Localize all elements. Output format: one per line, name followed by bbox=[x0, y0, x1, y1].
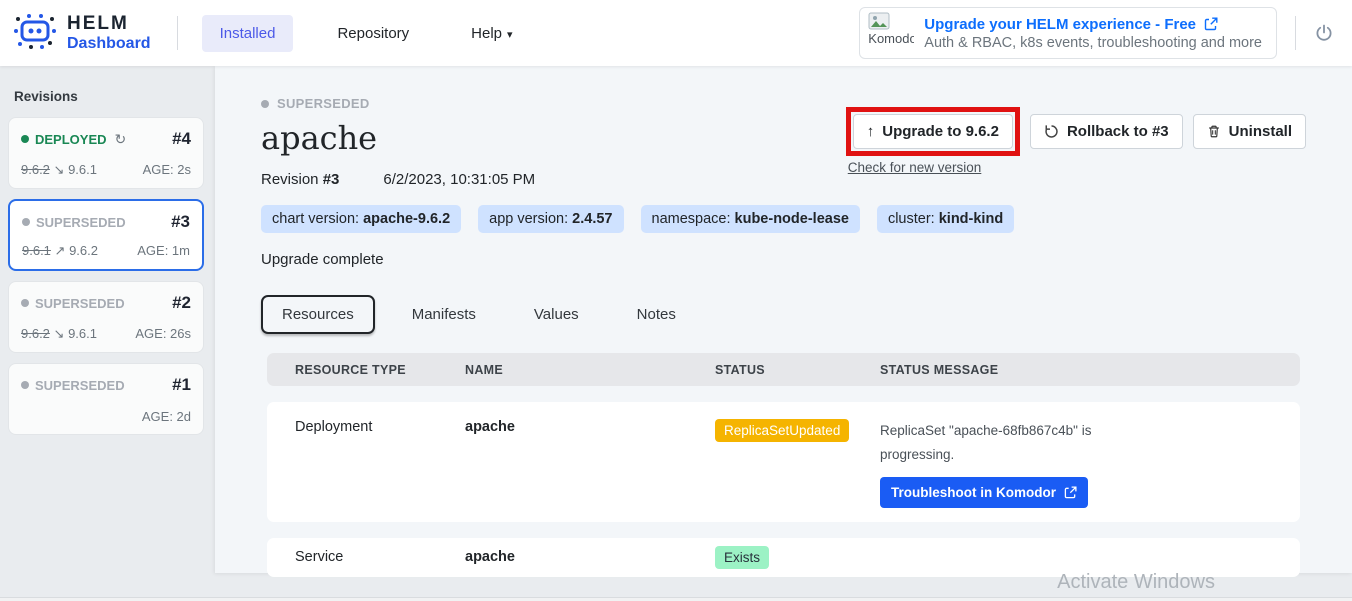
nav-repository[interactable]: Repository bbox=[319, 15, 427, 52]
header-divider-right bbox=[1295, 16, 1296, 50]
revision-age: AGE: 2s bbox=[143, 162, 191, 178]
resources-table: RESOURCE TYPE NAME STATUS STATUS MESSAGE… bbox=[267, 353, 1300, 577]
col-resource-type: RESOURCE TYPE bbox=[295, 363, 465, 377]
revision-status: SUPERSEDED bbox=[21, 296, 125, 311]
upgrade-button[interactable]: ↑ Upgrade to 9.6.2 bbox=[853, 114, 1013, 149]
status-badge: Exists bbox=[715, 546, 769, 569]
rollback-icon bbox=[1044, 124, 1059, 139]
status-message-cell: ReplicaSet "apache-68fb867c4b" is progre… bbox=[880, 419, 1284, 508]
chevron-down-icon: ▾ bbox=[507, 29, 513, 41]
check-new-version-link[interactable]: Check for new version bbox=[848, 160, 1020, 175]
revision-versions: 9.6.2 ↘ 9.6.1 bbox=[21, 326, 97, 342]
revision-card-3[interactable]: SUPERSEDED #3 9.6.1 ↗ 9.6.2 AGE: 1m bbox=[8, 199, 204, 271]
release-actions: ↑ Upgrade to 9.6.2 Check for new version… bbox=[846, 107, 1306, 175]
nav-help[interactable]: Help▾ bbox=[453, 15, 530, 52]
app-version-badge: app version: 2.4.57 bbox=[478, 205, 623, 233]
komodor-broken-image: Komodor bbox=[868, 12, 914, 54]
revision-age: AGE: 26s bbox=[135, 326, 191, 342]
revision-number: #3 bbox=[171, 212, 190, 232]
external-link-icon bbox=[1204, 17, 1218, 31]
troubleshoot-komodor-button[interactable]: Troubleshoot in Komodor bbox=[880, 477, 1088, 508]
rollback-button[interactable]: Rollback to #3 bbox=[1030, 114, 1183, 149]
tab-resources[interactable]: Resources bbox=[261, 295, 375, 334]
status-badge: ReplicaSetUpdated bbox=[715, 419, 849, 442]
revision-status: SUPERSEDED bbox=[22, 215, 126, 230]
downgrade-arrow-icon: ↘ bbox=[54, 326, 65, 341]
col-status-message: STATUS MESSAGE bbox=[880, 363, 1300, 377]
revision-age: AGE: 2d bbox=[142, 409, 191, 424]
reload-icon: ↻ bbox=[115, 131, 127, 148]
komodor-promo-banner[interactable]: Komodor Upgrade your HELM experience - F… bbox=[859, 7, 1277, 59]
resource-name-cell: apache bbox=[465, 419, 715, 435]
revision-status: DEPLOYED ↻ bbox=[21, 131, 126, 148]
banner-subtitle: Auth & RBAC, k8s events, troubleshooting… bbox=[924, 35, 1262, 51]
revision-number: #4 bbox=[172, 129, 191, 149]
status-dot bbox=[21, 299, 29, 307]
trash-icon bbox=[1207, 124, 1221, 139]
revision-card-2[interactable]: SUPERSEDED #2 9.6.2 ↘ 9.6.1 AGE: 26s bbox=[8, 281, 204, 353]
upgrade-arrow-icon: ↗ bbox=[55, 243, 66, 258]
helm-logo-icon bbox=[12, 10, 58, 57]
revision-number: #2 bbox=[172, 293, 191, 313]
revision-versions: 9.6.2 ↘ 9.6.1 bbox=[21, 162, 97, 178]
annotation-highlight-box: ↑ Upgrade to 9.6.2 bbox=[846, 107, 1020, 156]
nav-installed[interactable]: Installed bbox=[202, 15, 294, 52]
status-dot bbox=[21, 381, 29, 389]
col-status: STATUS bbox=[715, 363, 880, 377]
revisions-title: Revisions bbox=[14, 89, 215, 104]
detail-tabs: Resources Manifests Values Notes bbox=[261, 295, 1304, 334]
revision-age: AGE: 1m bbox=[137, 243, 190, 259]
resource-type-cell: Deployment bbox=[295, 419, 465, 435]
up-arrow-icon: ↑ bbox=[867, 123, 875, 140]
namespace-badge: namespace: kube-node-lease bbox=[641, 205, 860, 233]
header-divider bbox=[177, 16, 178, 50]
helm-dashboard-logo[interactable]: HELM Dashboard bbox=[0, 10, 151, 57]
uninstall-button[interactable]: Uninstall bbox=[1193, 114, 1306, 149]
cluster-badge: cluster: kind-kind bbox=[877, 205, 1014, 233]
tab-values[interactable]: Values bbox=[513, 295, 600, 334]
logo-subtitle: Dashboard bbox=[67, 35, 151, 53]
bottom-strip bbox=[0, 597, 1352, 601]
tab-notes[interactable]: Notes bbox=[616, 295, 697, 334]
revision-number: #1 bbox=[172, 375, 191, 395]
table-header-row: RESOURCE TYPE NAME STATUS STATUS MESSAGE bbox=[267, 353, 1300, 386]
release-updated-datetime: 6/2/2023, 10:31:05 PM bbox=[383, 171, 535, 188]
revision-card-1[interactable]: SUPERSEDED #1 AGE: 2d bbox=[8, 363, 204, 435]
main-nav: Installed Repository Help▾ bbox=[202, 15, 531, 52]
komodor-image-alt: Komodor bbox=[868, 31, 914, 46]
status-dot bbox=[261, 100, 269, 108]
resource-name-cell: apache bbox=[465, 549, 715, 565]
table-row-deployment: Deployment apache ReplicaSetUpdated Repl… bbox=[267, 402, 1300, 522]
revision-status: SUPERSEDED bbox=[21, 378, 125, 393]
revision-card-4[interactable]: DEPLOYED ↻ #4 9.6.2 ↘ 9.6.1 AGE: 2s bbox=[8, 117, 204, 189]
release-description: Upgrade complete bbox=[261, 251, 1304, 268]
revisions-sidebar: Revisions DEPLOYED ↻ #4 9.6.2 ↘ 9.6.1 AG… bbox=[0, 66, 215, 601]
release-meta-badges: chart version: apache-9.6.2 app version:… bbox=[261, 205, 1304, 233]
app-header: HELM Dashboard Installed Repository Help… bbox=[0, 0, 1352, 66]
power-icon bbox=[1314, 23, 1334, 43]
activate-windows-watermark: Activate Windows bbox=[1057, 571, 1215, 594]
broken-image-icon bbox=[868, 12, 890, 30]
col-name: NAME bbox=[465, 363, 715, 377]
shutdown-button[interactable] bbox=[1314, 23, 1334, 43]
release-detail-panel: SUPERSEDED apache Revision #3 6/2/2023, … bbox=[215, 66, 1352, 573]
banner-title: Upgrade your HELM experience - Free bbox=[924, 16, 1196, 33]
external-link-icon bbox=[1064, 486, 1077, 499]
tab-manifests[interactable]: Manifests bbox=[391, 295, 497, 334]
downgrade-arrow-icon: ↘ bbox=[54, 162, 65, 177]
status-dot bbox=[21, 135, 29, 143]
status-dot bbox=[22, 218, 30, 226]
resource-type-cell: Service bbox=[295, 549, 465, 565]
logo-title: HELM bbox=[67, 14, 151, 35]
status-message-text: ReplicaSet "apache-68fb867c4b" is progre… bbox=[880, 419, 1130, 468]
revision-versions: 9.6.1 ↗ 9.6.2 bbox=[22, 243, 98, 259]
chart-version-badge: chart version: apache-9.6.2 bbox=[261, 205, 461, 233]
